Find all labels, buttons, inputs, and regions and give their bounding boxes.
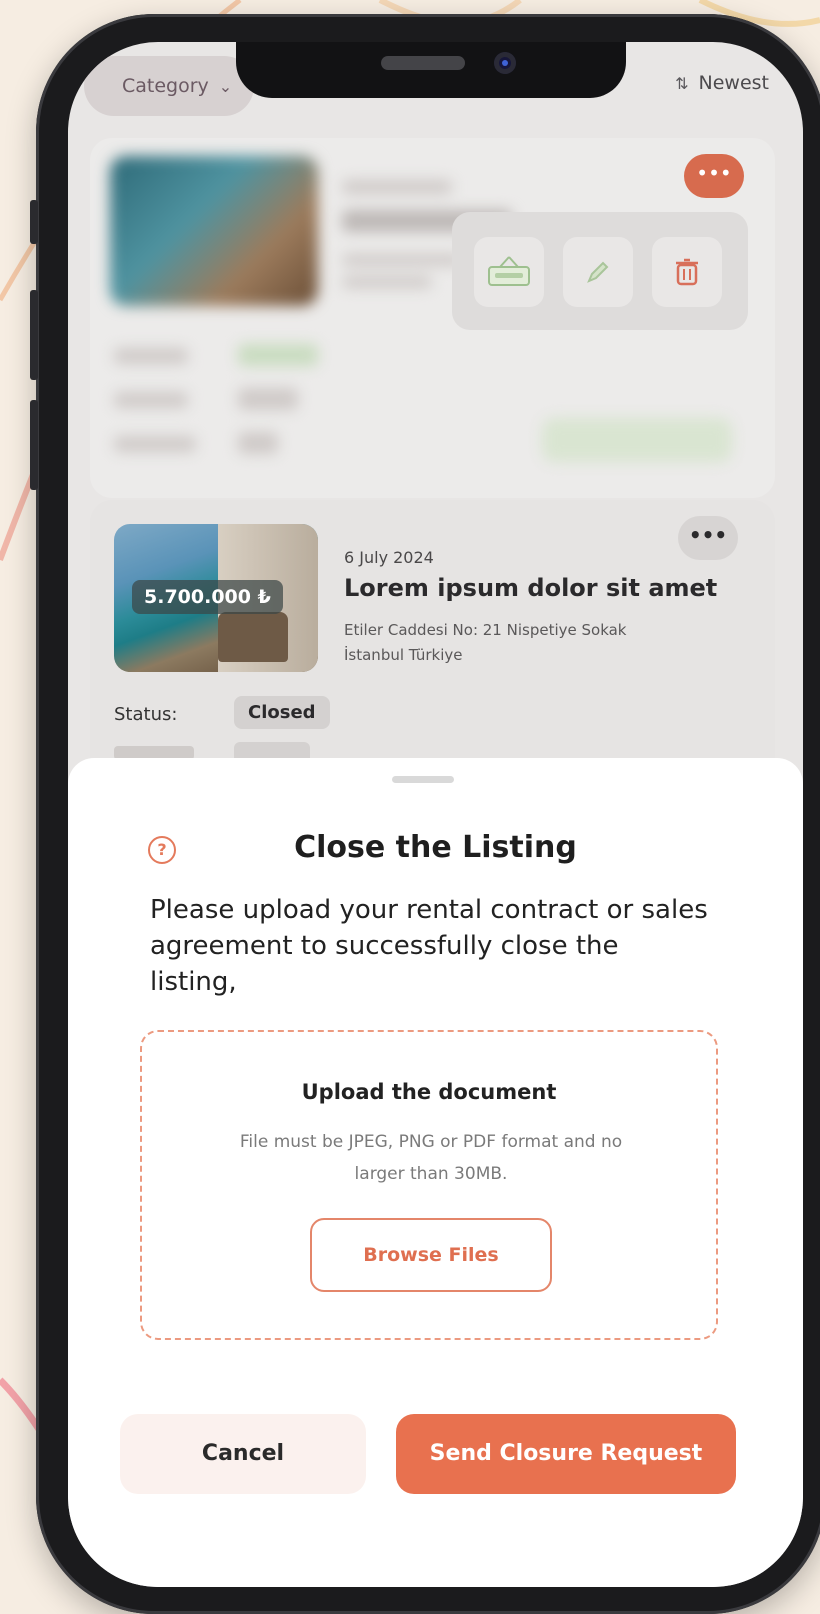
delete-listing-action[interactable] [652,237,722,307]
pencil-icon [587,261,609,283]
volume-up-button [30,290,38,380]
listing-menu-button[interactable]: ••• [678,516,738,560]
sheet-grabber[interactable] [392,776,454,783]
sort-label: Newest [698,72,769,94]
browse-files-button[interactable]: Browse Files [310,1218,552,1292]
close-listing-sheet: ? Close the Listing Please upload your r… [68,758,803,1587]
address-line-1: Etiler Caddesi No: 21 Nispetiye Sokak [344,621,627,639]
close-listing-action[interactable] [474,237,544,307]
listing-date: 6 July 2024 [344,548,434,567]
upload-title: Upload the document [301,1080,557,1104]
listing-menu-button-active[interactable]: ••• [684,154,744,198]
chevron-down-icon: ⌄ [218,76,233,96]
status-badge: Closed [234,696,330,729]
phone-screen: Category ⌄ ⇅ Newest ••• 5.700.000 ₺ 6 Ju… [68,42,803,1587]
listing-image: 5.700.000 ₺ [114,524,318,672]
send-closure-request-button[interactable]: Send Closure Request [396,1414,736,1494]
sort-button[interactable]: ⇅ Newest [675,72,769,94]
sort-icon: ⇅ [675,73,689,93]
listing-actions-menu [452,212,748,330]
chair-shape [218,612,288,662]
notch [236,42,626,98]
address-line-2: İstanbul Türkiye [344,646,463,664]
cancel-button[interactable]: Cancel [120,1414,366,1494]
speaker [381,56,465,70]
status-label: Status: [114,704,178,725]
volume-down-button [30,400,38,490]
closed-sign-icon [488,256,530,286]
listing-title: Lorem ipsum dolor sit amet [344,574,718,602]
category-dropdown[interactable]: Category ⌄ [84,56,254,116]
sheet-title: Close the Listing [294,830,577,865]
sheet-description: Please upload your rental contract or sa… [150,895,708,997]
price-tag: 5.700.000 ₺ [132,580,283,614]
listing-address: Etiler Caddesi No: 21 Nispetiye Sokak İs… [344,618,724,668]
trash-icon [676,258,698,286]
upload-dropzone[interactable]: Upload the document File must be JPEG, P… [140,1030,718,1340]
edit-listing-action[interactable] [563,237,633,307]
listing-image [110,156,318,306]
mute-switch [30,200,38,244]
upload-hint: File must be JPEG, PNG or PDF format and… [239,1132,623,1184]
front-camera [494,52,516,74]
category-label: Category [122,75,209,97]
